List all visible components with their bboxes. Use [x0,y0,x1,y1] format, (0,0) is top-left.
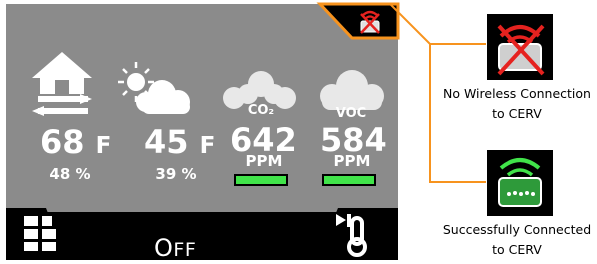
co2-level-bar [234,174,288,186]
indoor-temp-unit: F [95,133,112,159]
voc-badge: VOC [335,106,367,121]
mode-status[interactable]: OFF [154,236,196,262]
home-icon [32,52,92,116]
thermostat-icon[interactable] [334,212,374,258]
no-wireless-caption: No Wireless Connection to CERV [432,84,597,124]
connected-icon [498,158,542,207]
no-wireless-caption-line1: No Wireless Connection [443,86,591,101]
co2-badge: CO₂ [247,103,275,118]
voc-level-bar [322,174,376,186]
outdoor-temp-unit: F [199,133,216,159]
status-tab [316,2,400,40]
connected-caption-line2: to CERV [492,242,542,257]
mode-status-first: O [154,234,174,262]
wireless-status-icon[interactable] [358,8,382,34]
connected-caption-line1: Successfully Connected [442,222,592,237]
indoor-temperature: 68 F [40,126,111,162]
co2-unit: PPM [245,152,283,170]
outdoor-temperature: 45 F [144,126,215,162]
mode-status-rest: FF [173,239,197,261]
outdoor-humidity: 39 % [155,165,197,183]
partly-cloudy-icon [118,62,190,114]
outdoor-temp-value: 45 [144,123,189,161]
no-wireless-caption-line2: to CERV [492,106,542,121]
voc-unit: PPM [333,152,371,170]
connected-caption: Successfully Connected to CERV [432,220,597,260]
menu-grid-icon[interactable] [22,214,60,252]
indoor-humidity: 48 % [49,165,91,183]
no-wireless-icon [497,24,545,76]
indoor-temp-value: 68 [40,123,85,161]
